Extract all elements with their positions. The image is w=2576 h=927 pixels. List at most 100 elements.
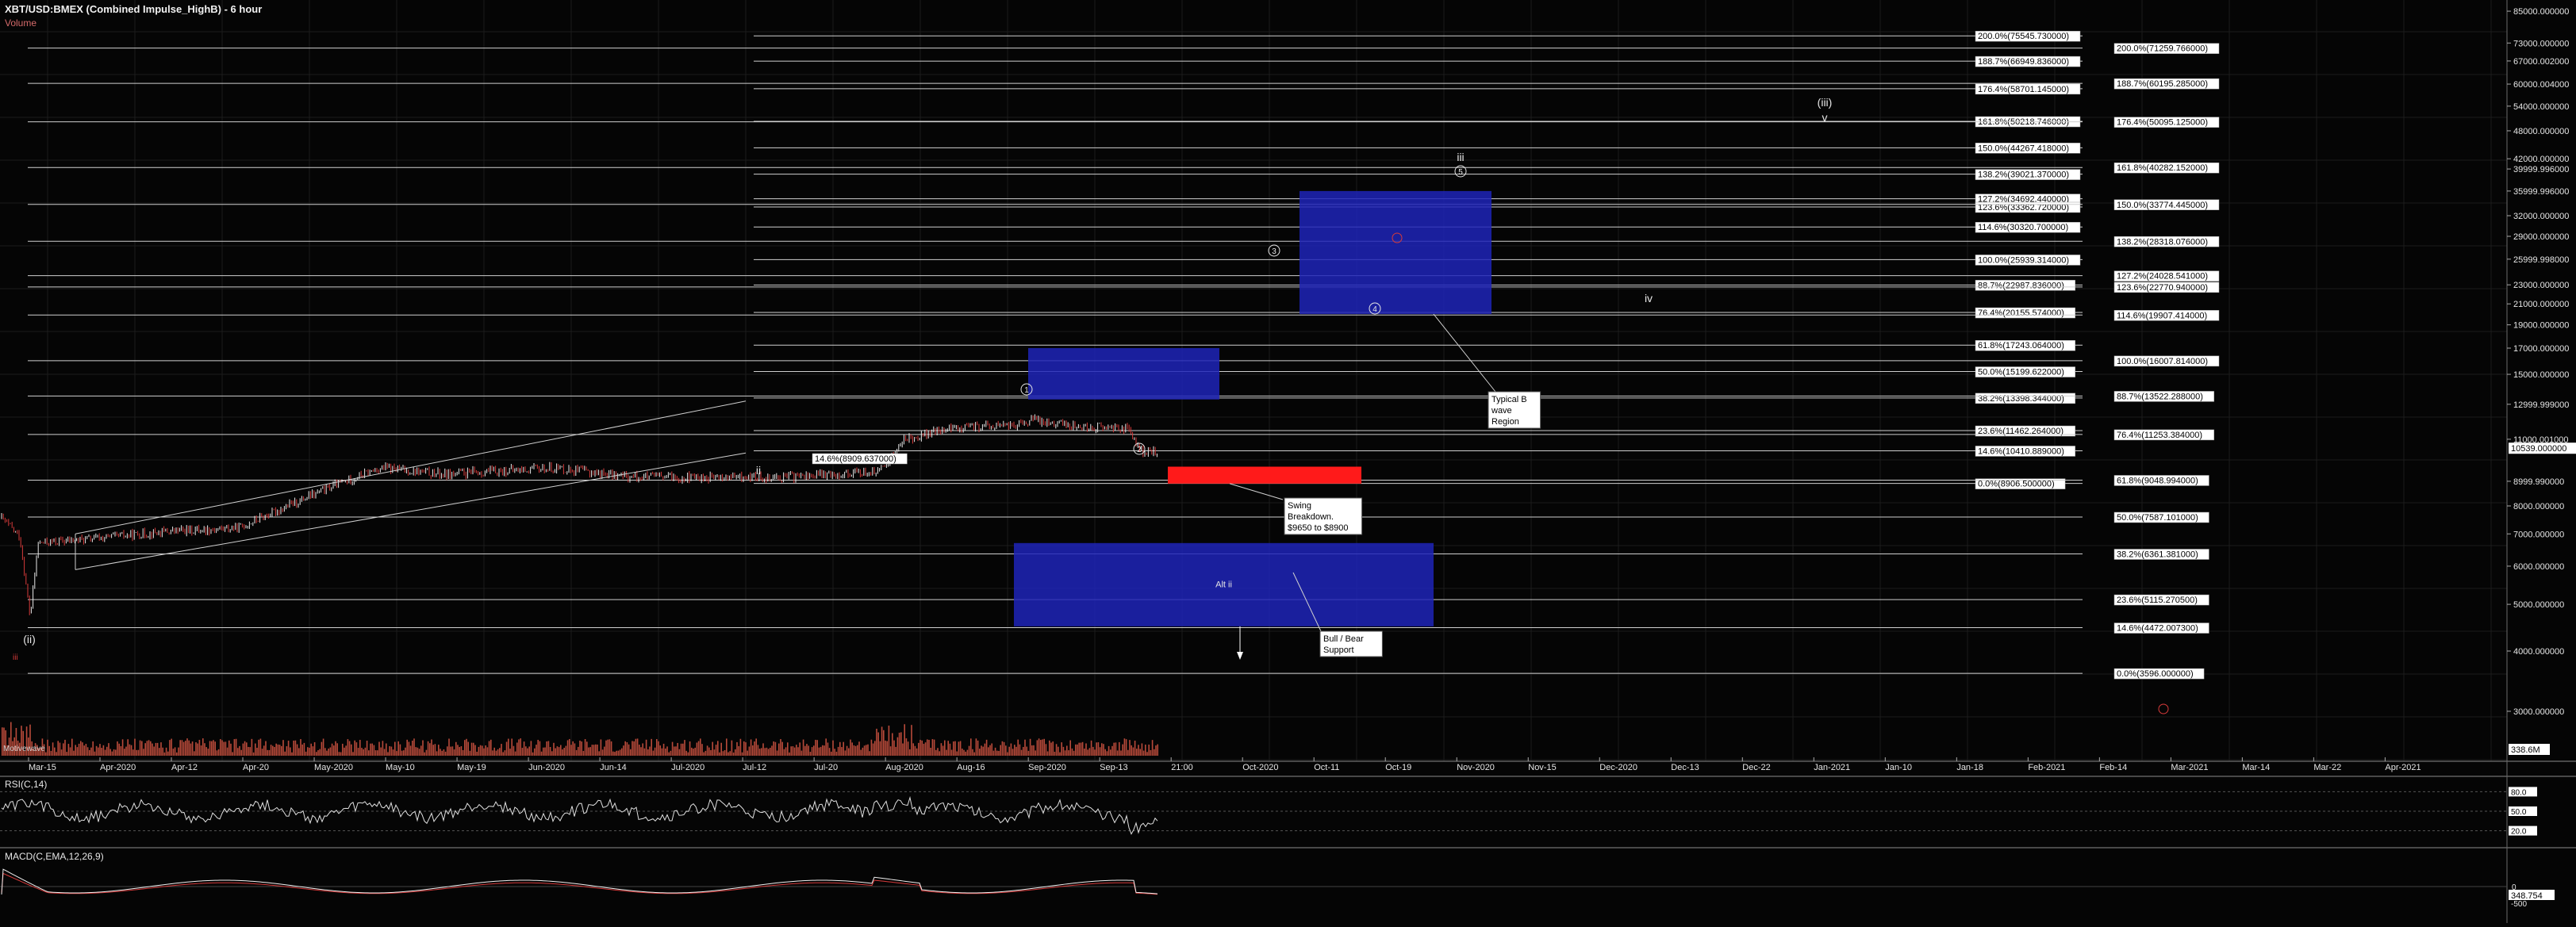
- volume-bar: [316, 752, 317, 756]
- volume-bar: [1127, 749, 1129, 756]
- volume-bar: [1050, 742, 1052, 756]
- volume-bar: [704, 750, 707, 756]
- volume-bar: [338, 752, 340, 756]
- volume-bar: [277, 744, 279, 756]
- volume-bar: [659, 745, 661, 756]
- volume-bar: [139, 740, 141, 756]
- x-tick-label: Dec-22: [1742, 763, 1770, 772]
- typical-b-callout-line: wave: [1491, 406, 1512, 416]
- volume-bar: [630, 749, 632, 756]
- volume-bar: [771, 745, 773, 756]
- price-tick-label: 42000.000000: [2513, 155, 2569, 164]
- price-tick-label: 25999.998000: [2513, 255, 2569, 265]
- volume-bar: [886, 741, 888, 756]
- volume-bar: [591, 745, 593, 756]
- volume-bar: [570, 745, 572, 756]
- volume-bar: [636, 738, 639, 756]
- volume-bar: [649, 746, 651, 756]
- volume-bar: [674, 746, 675, 756]
- volume-bar: [800, 750, 803, 756]
- volume-bar: [872, 743, 874, 756]
- volume-bar: [431, 739, 432, 756]
- volume-bar: [1019, 744, 1021, 756]
- volume-bar: [579, 740, 581, 756]
- volume-bar: [420, 745, 422, 756]
- volume-bar: [551, 751, 553, 756]
- volume-bar: [230, 743, 232, 756]
- price-tick-label: 39999.996000: [2513, 165, 2569, 174]
- fib-label-b: 114.6%(19907.414000): [2117, 311, 2207, 320]
- volume-bar: [464, 740, 466, 756]
- volume-bar: [972, 749, 973, 756]
- volume-bar: [597, 744, 598, 756]
- volume-bar: [217, 749, 220, 756]
- volume-bar: [382, 741, 384, 756]
- volume-bar: [73, 750, 75, 756]
- volume-bar: [1008, 746, 1010, 756]
- volume-bar: [820, 746, 822, 756]
- volume-bar: [432, 745, 434, 756]
- volume-bar: [1040, 740, 1042, 756]
- volume-bar: [764, 748, 766, 756]
- volume-bar: [501, 744, 502, 756]
- volume-bar: [1088, 748, 1091, 756]
- volume-bar: [294, 740, 297, 756]
- volume-bar: [982, 746, 984, 756]
- volume-bar: [979, 749, 981, 756]
- volume-bar: [235, 738, 237, 756]
- volume-bar: [601, 749, 604, 756]
- volume-bar: [729, 751, 731, 756]
- volume-bar: [56, 752, 57, 756]
- volume-bar: [514, 751, 516, 756]
- volume-bar: [436, 751, 438, 756]
- volume-bar: [1001, 741, 1004, 756]
- volume-bar: [623, 745, 624, 756]
- volume-bar: [1066, 745, 1068, 756]
- price-tick-label: 5000.000000: [2513, 600, 2564, 610]
- volume-bar: [628, 744, 630, 756]
- volume-bar: [1045, 744, 1047, 756]
- volume-bar: [937, 748, 939, 756]
- volume-bar: [1014, 745, 1015, 756]
- volume-bar: [862, 747, 864, 756]
- volume-bar: [1042, 739, 1043, 756]
- volume-bar: [255, 743, 256, 756]
- volume-bar: [1138, 745, 1139, 756]
- volume-bar: [390, 746, 393, 756]
- volume-value: 338.6M: [2511, 745, 2540, 755]
- volume-bar: [144, 743, 146, 756]
- volume-bar: [121, 739, 124, 756]
- volume-bar: [565, 745, 567, 756]
- volume-bar: [347, 739, 349, 756]
- volume-bar: [363, 749, 364, 756]
- volume-bar: [991, 743, 992, 756]
- chart-canvas[interactable]: 85000.000000 73000.000000 67000.002000 6000…: [0, 0, 2576, 923]
- volume-bar: [731, 740, 733, 756]
- volume-bar: [1068, 750, 1069, 756]
- volume-bar: [555, 748, 556, 756]
- volume-bar: [540, 751, 543, 756]
- volume-bar: [789, 752, 790, 756]
- volume-bar: [460, 746, 463, 756]
- volume-bar: [244, 741, 246, 756]
- volume-bar: [802, 739, 804, 756]
- volume-bar: [1087, 749, 1088, 756]
- chart-stage: 85000.000000 73000.000000 67000.002000 6000…: [0, 0, 2576, 923]
- volume-bar: [195, 742, 197, 756]
- volume-bar: [282, 740, 284, 756]
- volume-bar: [54, 747, 56, 756]
- fib-label-b: 38.2%(6361.381000): [2117, 550, 2198, 560]
- volume-bar: [329, 747, 332, 756]
- volume-bar: [528, 746, 530, 756]
- wave-label-(iii): (iii): [1818, 96, 1833, 109]
- volume-bar: [505, 741, 508, 756]
- volume-bar: [582, 750, 585, 756]
- volume-bar: [48, 745, 50, 756]
- volume-bar: [1038, 738, 1040, 756]
- volume-bar: [837, 746, 839, 756]
- fib-label-a: 14.6%(10410.889000): [1978, 446, 2064, 456]
- volume-bar: [202, 738, 204, 756]
- volume-bar: [726, 738, 727, 756]
- volume-bar: [710, 749, 712, 756]
- volume-bar: [896, 737, 899, 756]
